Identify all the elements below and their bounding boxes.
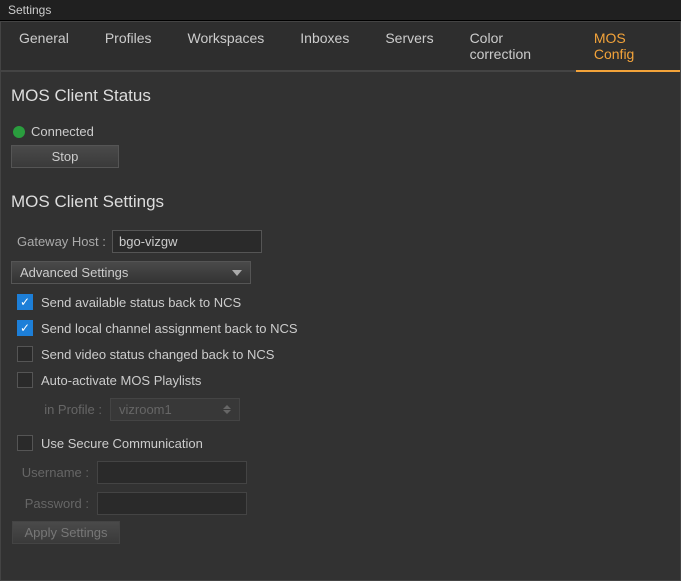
check-icon: ✓ xyxy=(20,322,30,334)
gateway-host-input[interactable] xyxy=(112,230,262,253)
advanced-settings-dropdown[interactable]: Advanced Settings xyxy=(11,261,251,284)
username-label: Username : xyxy=(17,465,97,480)
password-label: Password : xyxy=(17,496,97,511)
in-profile-value: vizroom1 xyxy=(119,402,172,417)
send-video-status-checkbox[interactable] xyxy=(17,346,33,362)
tab-workspaces[interactable]: Workspaces xyxy=(170,22,283,70)
window-title-bar: Settings xyxy=(0,0,681,21)
password-row: Password : xyxy=(11,492,670,515)
use-secure-comm-checkbox[interactable] xyxy=(17,435,33,451)
send-video-status-label: Send video status changed back to NCS xyxy=(41,347,274,362)
mos-client-status-heading: MOS Client Status xyxy=(11,86,670,106)
window-title: Settings xyxy=(8,3,51,17)
tab-profiles[interactable]: Profiles xyxy=(87,22,170,70)
in-profile-row: in Profile : vizroom1 xyxy=(11,398,670,421)
username-row: Username : xyxy=(11,461,670,484)
tab-servers[interactable]: Servers xyxy=(367,22,451,70)
send-channel-assignment-label: Send local channel assignment back to NC… xyxy=(41,321,298,336)
gateway-host-label: Gateway Host : xyxy=(17,234,112,249)
stepper-icon xyxy=(223,405,231,414)
status-text: Connected xyxy=(31,124,94,139)
tab-general[interactable]: General xyxy=(1,22,87,70)
mos-config-panel: MOS Client Status Connected Stop MOS Cli… xyxy=(1,72,680,537)
status-connected-icon xyxy=(13,126,25,138)
tab-inboxes[interactable]: Inboxes xyxy=(282,22,367,70)
tab-color-correction[interactable]: Color correction xyxy=(452,22,576,70)
advanced-settings-label: Advanced Settings xyxy=(20,265,128,280)
check-icon: ✓ xyxy=(20,296,30,308)
settings-content: General Profiles Workspaces Inboxes Serv… xyxy=(0,21,681,581)
username-input[interactable] xyxy=(97,461,247,484)
stop-button[interactable]: Stop xyxy=(11,145,119,168)
mos-client-settings-heading: MOS Client Settings xyxy=(11,192,670,212)
auto-activate-row: Auto-activate MOS Playlists xyxy=(11,372,670,388)
in-profile-select[interactable]: vizroom1 xyxy=(110,398,240,421)
use-secure-comm-label: Use Secure Communication xyxy=(41,436,203,451)
chevron-down-icon xyxy=(232,270,242,276)
send-video-status-row: Send video status changed back to NCS xyxy=(11,346,670,362)
bottom-actions: Apply Settings xyxy=(12,521,120,568)
password-input[interactable] xyxy=(97,492,247,515)
send-channel-assignment-checkbox[interactable]: ✓ xyxy=(17,320,33,336)
use-secure-comm-row: Use Secure Communication xyxy=(11,435,670,451)
apply-settings-button[interactable]: Apply Settings xyxy=(12,521,120,544)
tab-mos-config[interactable]: MOS Config xyxy=(576,22,680,72)
status-row: Connected xyxy=(11,124,670,139)
send-available-status-row: ✓ Send available status back to NCS xyxy=(11,294,670,310)
auto-activate-checkbox[interactable] xyxy=(17,372,33,388)
send-available-status-label: Send available status back to NCS xyxy=(41,295,241,310)
gateway-host-row: Gateway Host : xyxy=(11,230,670,253)
in-profile-label: in Profile : xyxy=(35,402,110,417)
tab-bar: General Profiles Workspaces Inboxes Serv… xyxy=(1,22,680,72)
send-channel-assignment-row: ✓ Send local channel assignment back to … xyxy=(11,320,670,336)
send-available-status-checkbox[interactable]: ✓ xyxy=(17,294,33,310)
auto-activate-label: Auto-activate MOS Playlists xyxy=(41,373,201,388)
